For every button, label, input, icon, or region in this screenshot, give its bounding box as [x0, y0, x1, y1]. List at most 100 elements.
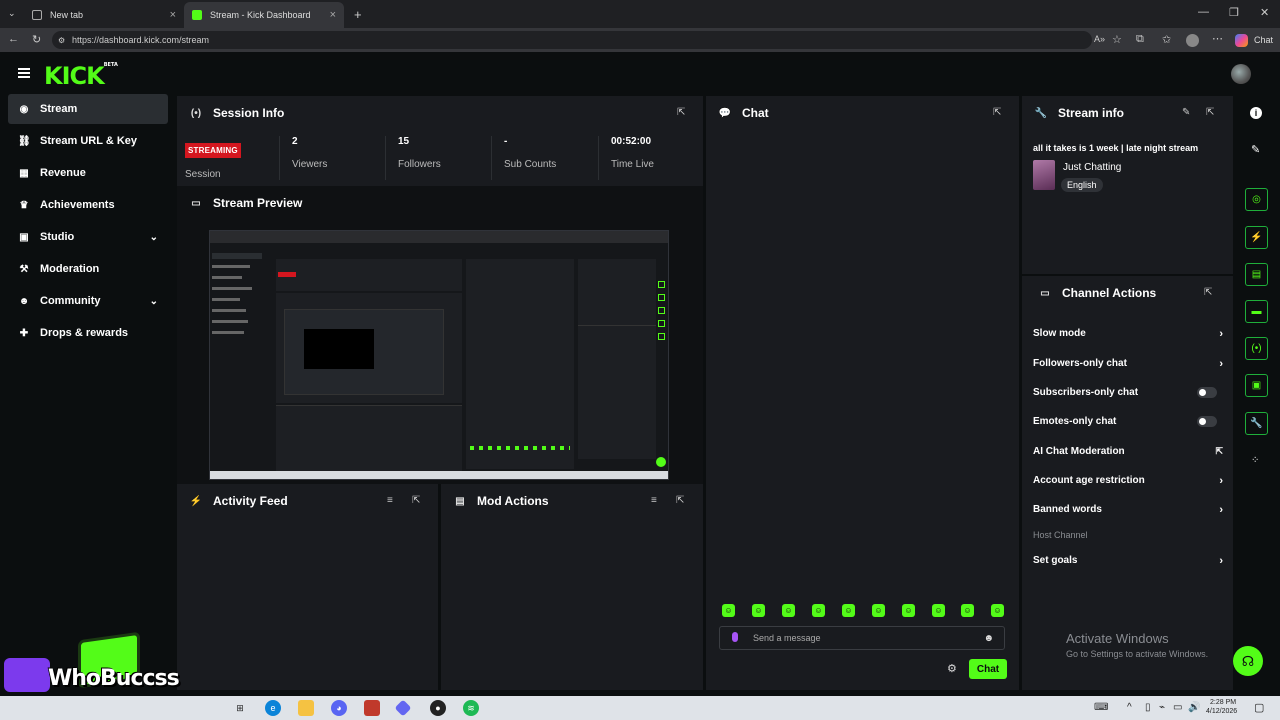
emote-icon[interactable]: ☺: [752, 604, 765, 617]
tab-kick-dashboard[interactable]: Stream - Kick Dashboard ×: [184, 2, 344, 28]
list-item[interactable]: AI Chat Moderation ⇱: [1033, 446, 1223, 457]
wrench-icon[interactable]: 🔧: [1245, 412, 1268, 435]
emote-icon[interactable]: ☺: [902, 604, 915, 617]
emote-icon[interactable]: ☺: [961, 604, 974, 617]
avatar[interactable]: [1231, 64, 1251, 84]
emote-icon[interactable]: ☺: [812, 604, 825, 617]
chat-bubble-icon[interactable]: ▬: [1245, 300, 1268, 323]
usb-icon[interactable]: ⌁: [1159, 702, 1165, 713]
clipboard-icon[interactable]: ▤: [1245, 263, 1268, 286]
info-icon[interactable]: i: [1250, 107, 1262, 119]
maximize-icon[interactable]: ❐: [1229, 6, 1239, 19]
list-item[interactable]: Banned words ›: [1033, 504, 1223, 516]
popout-icon[interactable]: ⇱: [993, 107, 1001, 118]
emote-icon[interactable]: ☺: [991, 604, 1004, 617]
broadcast-icon[interactable]: (•): [1245, 337, 1268, 360]
favorites-list-icon[interactable]: ✩: [1162, 33, 1171, 46]
emote-icon[interactable]: ☺: [872, 604, 885, 617]
action-label: Account age restriction: [1033, 475, 1145, 486]
volume-icon[interactable]: 🔊: [1188, 702, 1200, 713]
taskbar-date[interactable]: 4/12/2026: [1206, 708, 1237, 715]
sidebar-item-revenue[interactable]: ▦ Revenue: [8, 158, 168, 188]
camera-icon[interactable]: ◎: [1245, 188, 1268, 211]
popout-icon[interactable]: ⇱: [677, 107, 685, 118]
apps-icon[interactable]: ⁘: [1251, 455, 1259, 466]
copilot-icon[interactable]: [1235, 34, 1248, 47]
edit-layout-icon[interactable]: ✎: [1251, 143, 1260, 156]
emote-icon[interactable]: ☺: [842, 604, 855, 617]
emote-icon[interactable]: ☺: [722, 604, 735, 617]
send-chat-button[interactable]: Chat: [969, 659, 1007, 679]
chat-message-input[interactable]: Send a message ☻: [719, 626, 1005, 650]
close-tab-icon[interactable]: ×: [330, 9, 336, 21]
new-tab-button[interactable]: +: [354, 7, 362, 22]
favorite-icon[interactable]: ☆: [1112, 33, 1122, 46]
microphone-icon[interactable]: [732, 632, 738, 642]
taskbar-time[interactable]: 2:28 PM: [1210, 699, 1236, 706]
close-tab-icon[interactable]: ×: [170, 9, 176, 21]
list-item[interactable]: Set goals ›: [1033, 555, 1223, 567]
sidebar-item-drops-rewards[interactable]: ✚ Drops & rewards: [8, 318, 168, 348]
notification-icon[interactable]: ▢: [1254, 701, 1264, 714]
read-aloud-icon[interactable]: A»: [1094, 34, 1105, 44]
toggle-switch[interactable]: [1197, 416, 1217, 427]
back-icon[interactable]: ←: [8, 33, 19, 45]
chat-settings-icon[interactable]: ⚙: [947, 662, 957, 675]
stat-value: 00:52:00: [611, 136, 652, 147]
site-info-icon[interactable]: ⚙: [58, 36, 65, 45]
menu-icon[interactable]: [18, 68, 30, 78]
keyboard-icon[interactable]: ⌨: [1094, 702, 1108, 713]
close-window-icon[interactable]: ✕: [1260, 6, 1269, 19]
sidebar-item-studio[interactable]: ▣ Studio ⌄: [8, 222, 168, 252]
stat-value: 2: [292, 136, 298, 147]
filter-icon[interactable]: ≡: [387, 495, 393, 506]
headset-help-icon[interactable]: ☊: [1233, 646, 1263, 676]
file-explorer-icon[interactable]: [298, 700, 314, 716]
sidebar-item-community[interactable]: ☻ Community ⌄: [8, 286, 168, 316]
category-name[interactable]: Just Chatting: [1063, 162, 1121, 173]
tray-chevron-up-icon[interactable]: ^: [1127, 702, 1132, 713]
popout-icon[interactable]: ⇱: [1204, 287, 1212, 298]
emote-icon[interactable]: ☺: [782, 604, 795, 617]
category-thumbnail[interactable]: [1033, 160, 1055, 190]
search-icon[interactable]: ⊞: [232, 700, 248, 716]
tab-new-tab[interactable]: New tab ×: [24, 2, 184, 28]
more-icon[interactable]: ⋯: [1212, 32, 1223, 45]
popout-icon[interactable]: ⇱: [1206, 107, 1214, 118]
profile-icon[interactable]: [1186, 34, 1199, 47]
toggle-switch[interactable]: [1197, 387, 1217, 398]
filter-icon[interactable]: ≡: [651, 495, 657, 506]
dev-tool-icon[interactable]: [394, 699, 412, 717]
spotify-icon[interactable]: ≋: [463, 700, 479, 716]
monitor-icon[interactable]: ▣: [1245, 374, 1268, 397]
battery-icon[interactable]: ▯: [1145, 702, 1151, 713]
broadcast-icon: (•): [190, 107, 202, 119]
bolt-icon[interactable]: ⚡: [1245, 226, 1268, 249]
edge-icon[interactable]: e: [265, 700, 281, 716]
tab-list-chevron-icon[interactable]: ⌄: [8, 8, 16, 19]
reload-icon[interactable]: ↻: [32, 33, 41, 46]
network-icon[interactable]: ▭: [1173, 702, 1182, 713]
obs-icon[interactable]: ●: [430, 700, 446, 716]
extensions-icon[interactable]: ⧉: [1136, 33, 1144, 46]
sidebar-item-moderation[interactable]: ⚒ Moderation: [8, 254, 168, 284]
sidebar-item-stream-url-key[interactable]: ⛓ Stream URL & Key: [8, 126, 168, 156]
stream-preview-video[interactable]: [209, 230, 669, 480]
game-app-icon[interactable]: [364, 700, 380, 716]
discord-icon[interactable]: ◕: [331, 700, 347, 716]
sidebar-item-achievements[interactable]: ♛ Achievements: [8, 190, 168, 220]
edit-icon[interactable]: ✎: [1182, 107, 1190, 118]
list-item[interactable]: Followers-only chat ›: [1033, 358, 1223, 370]
sidebar-item-stream[interactable]: ◉ Stream: [8, 94, 168, 124]
emote-icon[interactable]: ☺: [932, 604, 945, 617]
popout-icon[interactable]: ⇱: [676, 495, 684, 506]
panel-header: (•) Session Info: [177, 96, 703, 130]
kick-logo[interactable]: KICKBETA: [44, 62, 118, 90]
list-item[interactable]: Slow mode ›: [1033, 328, 1223, 340]
copilot-chat-label[interactable]: Chat: [1254, 35, 1273, 45]
popout-icon[interactable]: ⇱: [412, 495, 420, 506]
url-field[interactable]: ⚙ https://dashboard.kick.com/stream: [52, 31, 1092, 49]
minimize-icon[interactable]: —: [1198, 6, 1209, 18]
list-item[interactable]: Account age restriction ›: [1033, 475, 1223, 487]
emoji-icon[interactable]: ☻: [983, 633, 994, 644]
